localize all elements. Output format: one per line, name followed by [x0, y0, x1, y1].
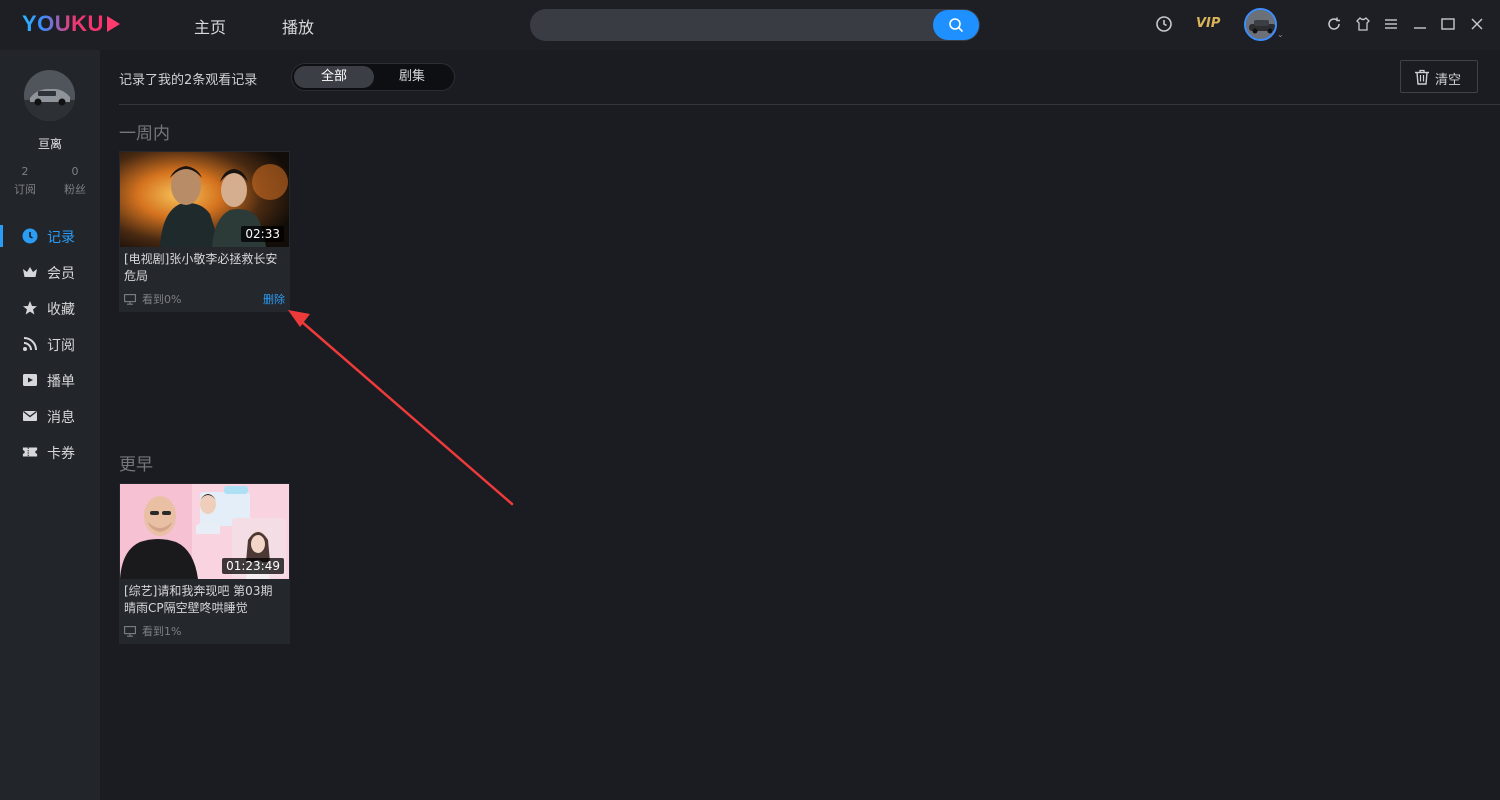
- sidebar-item-messages[interactable]: 消息: [0, 401, 100, 431]
- profile-avatar[interactable]: [24, 70, 75, 121]
- followers-count: 0: [71, 165, 79, 178]
- ticket-icon: [22, 444, 38, 460]
- maximize-icon[interactable]: [1438, 14, 1458, 34]
- chevron-down-icon[interactable]: ⌄: [1277, 30, 1284, 39]
- delete-button[interactable]: 删除: [263, 291, 285, 307]
- title-bar: YOUKU 主页 播放 VIP ⌄: [0, 0, 1500, 50]
- mail-icon: [22, 408, 38, 424]
- star-icon: [22, 300, 38, 316]
- sidebar-item-label: 会员: [47, 266, 75, 282]
- monitor-icon: [124, 293, 136, 305]
- sidebar: 亘离 2 订阅 0 粉丝 记录 会员 收藏 订阅 播单 消息 卡券: [0, 50, 100, 800]
- sidebar-item-label: 记录: [47, 230, 75, 246]
- subscriptions-stat[interactable]: 2 订阅: [5, 163, 45, 199]
- playlist-icon: [22, 372, 38, 388]
- history-panel: 记录了我的2条观看记录 全部 剧集 清空 一周内 02:33 [电视剧]张小敬李…: [100, 50, 1500, 800]
- sidebar-item-label: 卡券: [47, 446, 75, 462]
- minimize-icon[interactable]: [1410, 14, 1430, 34]
- sidebar-item-subscriptions[interactable]: 订阅: [0, 329, 100, 359]
- video-duration: 02:33: [241, 226, 284, 242]
- progress-text: 看到0%: [142, 293, 182, 306]
- search-icon: [949, 18, 963, 32]
- skin-icon[interactable]: [1353, 14, 1373, 34]
- menu-icon[interactable]: [1381, 14, 1401, 34]
- vip-link[interactable]: VIP: [1196, 16, 1220, 31]
- video-thumbnail[interactable]: 01:23:49: [120, 484, 289, 579]
- filter-all-button[interactable]: 全部: [294, 66, 374, 88]
- divider: [119, 104, 1500, 105]
- video-thumbnail[interactable]: 02:33: [120, 152, 289, 247]
- nav-play[interactable]: 播放: [282, 14, 314, 38]
- monitor-icon: [124, 625, 136, 637]
- sidebar-item-coupons[interactable]: 卡券: [0, 437, 100, 467]
- filter-series-button[interactable]: 剧集: [372, 66, 452, 88]
- sidebar-item-playlists[interactable]: 播单: [0, 365, 100, 395]
- sidebar-item-label: 订阅: [47, 338, 75, 354]
- sidebar-item-history[interactable]: 记录: [0, 221, 100, 251]
- section-title-week: 一周内: [119, 124, 170, 144]
- search-box: [530, 9, 980, 41]
- sidebar-item-label: 播单: [47, 374, 75, 390]
- video-duration: 01:23:49: [222, 558, 284, 574]
- trash-icon: [1414, 69, 1430, 89]
- history-card[interactable]: 02:33 [电视剧]张小敬李必拯救长安危局 看到0% 删除: [119, 151, 290, 312]
- filter-toggle: 全部 剧集: [291, 63, 455, 91]
- clear-label: 清空: [1435, 73, 1462, 88]
- crown-icon: [22, 264, 38, 280]
- history-icon[interactable]: [1154, 14, 1174, 34]
- sidebar-item-membership[interactable]: 会员: [0, 257, 100, 287]
- followers-label: 粉丝: [64, 183, 86, 196]
- close-icon[interactable]: [1467, 14, 1487, 34]
- refresh-icon[interactable]: [1324, 14, 1344, 34]
- search-button[interactable]: [933, 10, 979, 40]
- watch-progress: 看到1%: [124, 623, 181, 639]
- record-count: 记录了我的2条观看记录: [119, 73, 258, 88]
- rss-icon: [22, 336, 38, 352]
- subscriptions-label: 订阅: [14, 183, 36, 196]
- clock-icon: [22, 228, 38, 244]
- sidebar-item-label: 收藏: [47, 302, 75, 318]
- video-title[interactable]: [综艺]请和我奔现吧 第03期 晴雨CP隔空壁咚哄睡觉: [124, 583, 286, 617]
- progress-text: 看到1%: [142, 625, 182, 638]
- followers-stat[interactable]: 0 粉丝: [55, 163, 95, 199]
- logo-play-icon: [106, 16, 120, 32]
- clear-history-button[interactable]: 清空: [1400, 60, 1478, 93]
- logo-text: YOUKU: [22, 11, 104, 36]
- sidebar-item-label: 消息: [47, 410, 75, 426]
- watch-progress: 看到0%: [124, 291, 181, 307]
- youku-logo[interactable]: YOUKU: [22, 11, 120, 37]
- history-card[interactable]: 01:23:49 [综艺]请和我奔现吧 第03期 晴雨CP隔空壁咚哄睡觉 看到1…: [119, 483, 290, 644]
- username: 亘离: [37, 137, 62, 151]
- user-avatar[interactable]: [1244, 8, 1277, 41]
- nav-home[interactable]: 主页: [194, 14, 226, 38]
- search-input[interactable]: [544, 15, 934, 35]
- video-title[interactable]: [电视剧]张小敬李必拯救长安危局: [124, 251, 286, 285]
- subscriptions-count: 2: [21, 165, 29, 178]
- section-title-earlier: 更早: [119, 455, 153, 475]
- sidebar-item-favorites[interactable]: 收藏: [0, 293, 100, 323]
